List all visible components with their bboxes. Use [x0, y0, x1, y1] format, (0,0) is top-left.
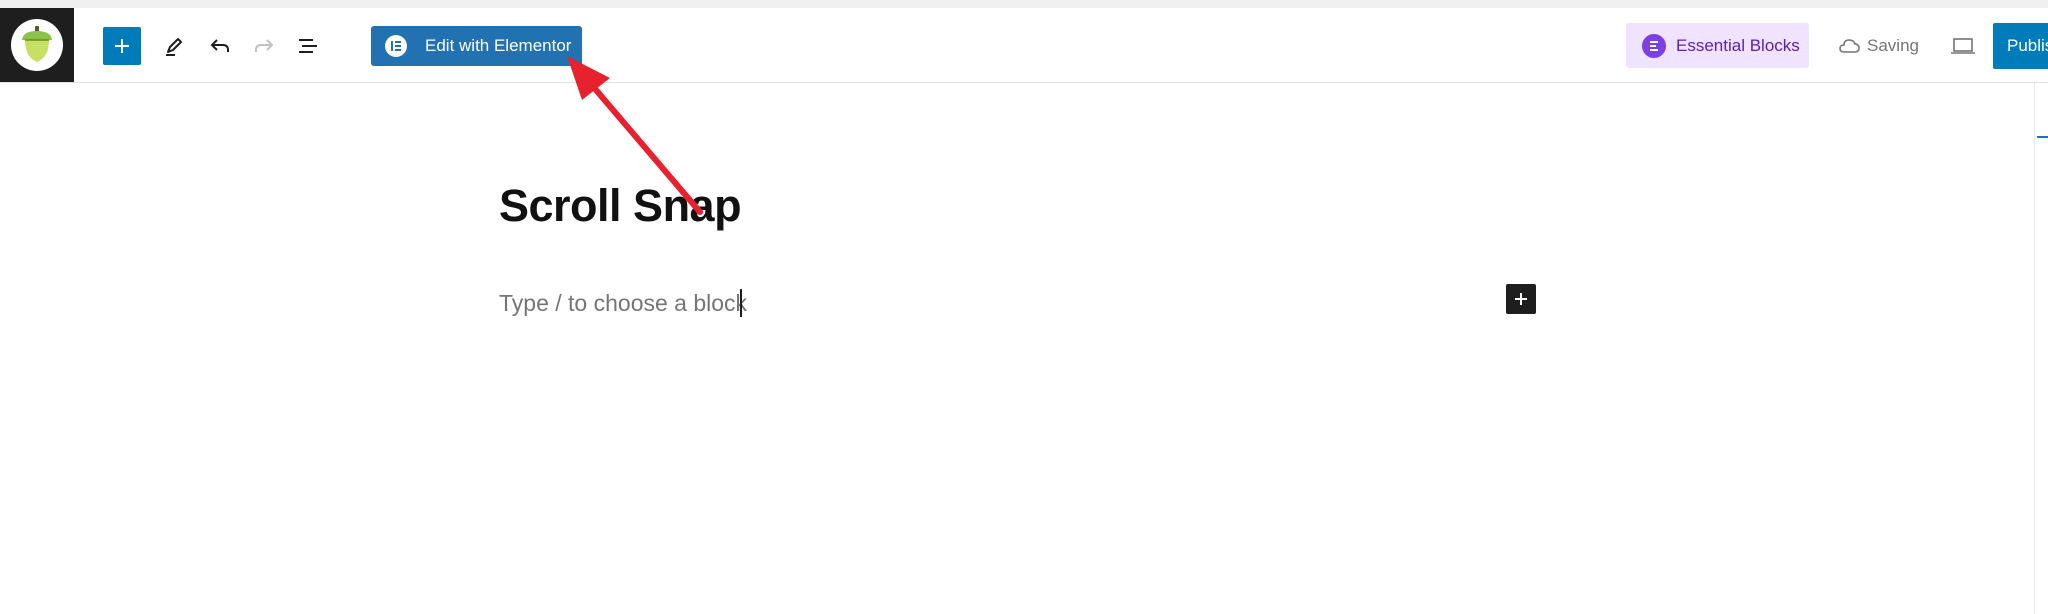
- list-view-icon: [299, 39, 317, 53]
- pencil-icon: [166, 38, 182, 56]
- edit-with-elementor-label: Edit with Elementor: [425, 36, 572, 55]
- redo-button[interactable]: [245, 27, 283, 65]
- publish-button[interactable]: Publis: [1993, 23, 2048, 69]
- essential-blocks-button[interactable]: Essential Blocks: [1626, 23, 1809, 68]
- annotation-arrow: [567, 56, 703, 215]
- elementor-icon: [385, 35, 407, 57]
- saving-label: Saving: [1867, 36, 1919, 55]
- block-inserter-button[interactable]: [1506, 284, 1536, 314]
- post-title[interactable]: Scroll Snap: [499, 176, 742, 236]
- add-block-button[interactable]: [103, 27, 141, 65]
- list-view-button[interactable]: [289, 27, 327, 65]
- acorn-icon: [11, 19, 63, 71]
- essential-blocks-icon: [1642, 33, 1666, 58]
- editor-toolbar: Edit with Elementor Essential Blocks Sav…: [0, 8, 2048, 83]
- edit-with-elementor-button[interactable]: Edit with Elementor: [371, 26, 582, 66]
- sidebar-scroll-track: [2034, 83, 2035, 614]
- block-placeholder[interactable]: Type / to choose a block: [499, 286, 747, 320]
- undo-button[interactable]: [201, 27, 239, 65]
- cloud-icon: [1839, 39, 1860, 53]
- undo-icon: [210, 39, 229, 52]
- saving-status: Saving: [1838, 32, 1919, 60]
- essential-blocks-label: Essential Blocks: [1676, 35, 1800, 55]
- text-caret: [740, 289, 742, 317]
- preview-button[interactable]: [1944, 27, 1982, 65]
- site-logo-button[interactable]: [0, 8, 74, 82]
- tools-button[interactable]: [155, 27, 193, 65]
- sidebar-scroll-indicator[interactable]: [2037, 136, 2048, 138]
- plus-icon: [1515, 293, 1527, 305]
- plus-icon: [115, 39, 129, 53]
- laptop-icon: [1951, 38, 1975, 54]
- redo-icon: [255, 39, 274, 52]
